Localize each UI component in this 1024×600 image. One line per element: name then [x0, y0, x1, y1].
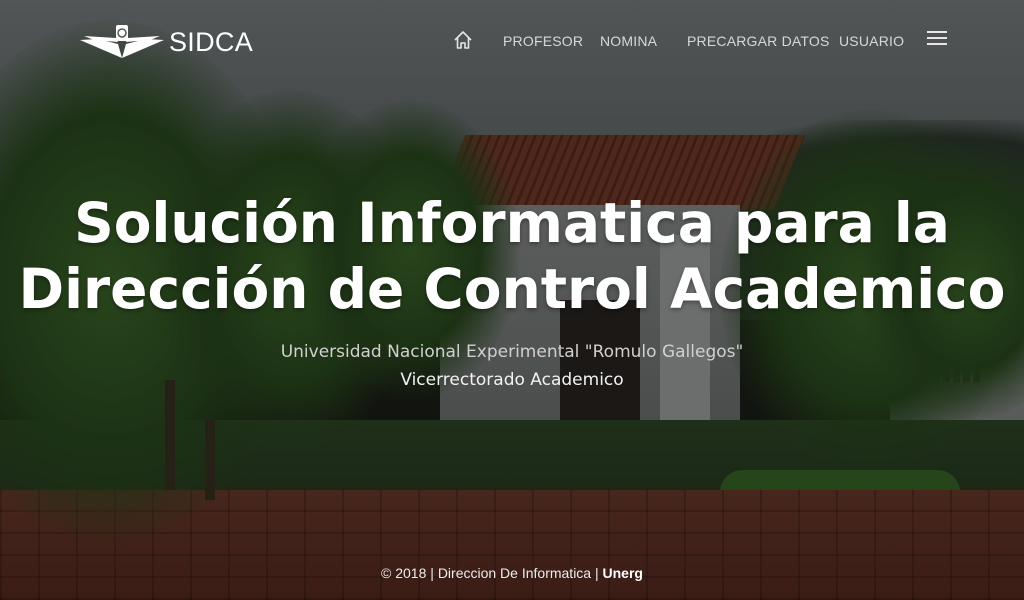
hero-title: Solución Informatica para la Dirección d…: [0, 190, 1024, 322]
hamburger-menu-icon[interactable]: [927, 31, 947, 47]
footer-department: Direccion De Informatica: [437, 565, 592, 581]
footer: © 2018 | Direccion De Informatica | Uner…: [0, 565, 1024, 581]
vicerrectorado-name: Vicerrectorado Academico: [400, 370, 624, 390]
hero-title-line2: Dirección de Control Academico: [18, 257, 1006, 321]
nav-item-usuario[interactable]: USUARIO: [839, 33, 904, 49]
main-navigation: PROFESOR NOMINA PRECARGAR DATOS USUARIO: [0, 30, 1024, 52]
hero-title-line1: Solución Informatica para la: [74, 191, 950, 255]
university-name: Universidad Nacional Experimental "Romul…: [280, 342, 744, 362]
nav-item-profesor[interactable]: PROFESOR: [503, 33, 583, 49]
footer-copyright: © 2018: [381, 565, 427, 581]
footer-separator-2: |: [594, 565, 599, 581]
nav-item-precargar-datos[interactable]: PRECARGAR DATOS: [687, 33, 830, 49]
nav-item-nomina[interactable]: NOMINA: [600, 33, 657, 49]
footer-separator: |: [430, 565, 434, 581]
footer-org-link[interactable]: Unerg: [603, 565, 643, 581]
home-icon[interactable]: [452, 29, 474, 51]
